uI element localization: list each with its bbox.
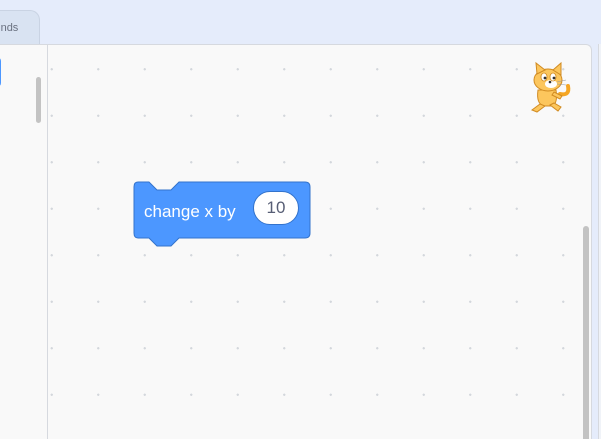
motion-category-edge[interactable] (0, 57, 1, 87)
change-x-by-block[interactable]: change x by 10 (133, 181, 311, 247)
scratch-cat-icon (520, 60, 574, 114)
x-amount-input[interactable]: 10 (253, 191, 299, 225)
workspace-scrollbar[interactable] (583, 226, 589, 439)
block-palette (0, 44, 48, 439)
tab-sounds-label: Sounds (0, 22, 19, 34)
code-workspace[interactable] (48, 44, 592, 439)
block-label: change x by (144, 202, 236, 221)
palette-scrollbar[interactable] (36, 77, 41, 123)
scratch-editor: Sounds (0, 0, 601, 439)
tab-sounds[interactable]: Sounds (0, 10, 40, 44)
